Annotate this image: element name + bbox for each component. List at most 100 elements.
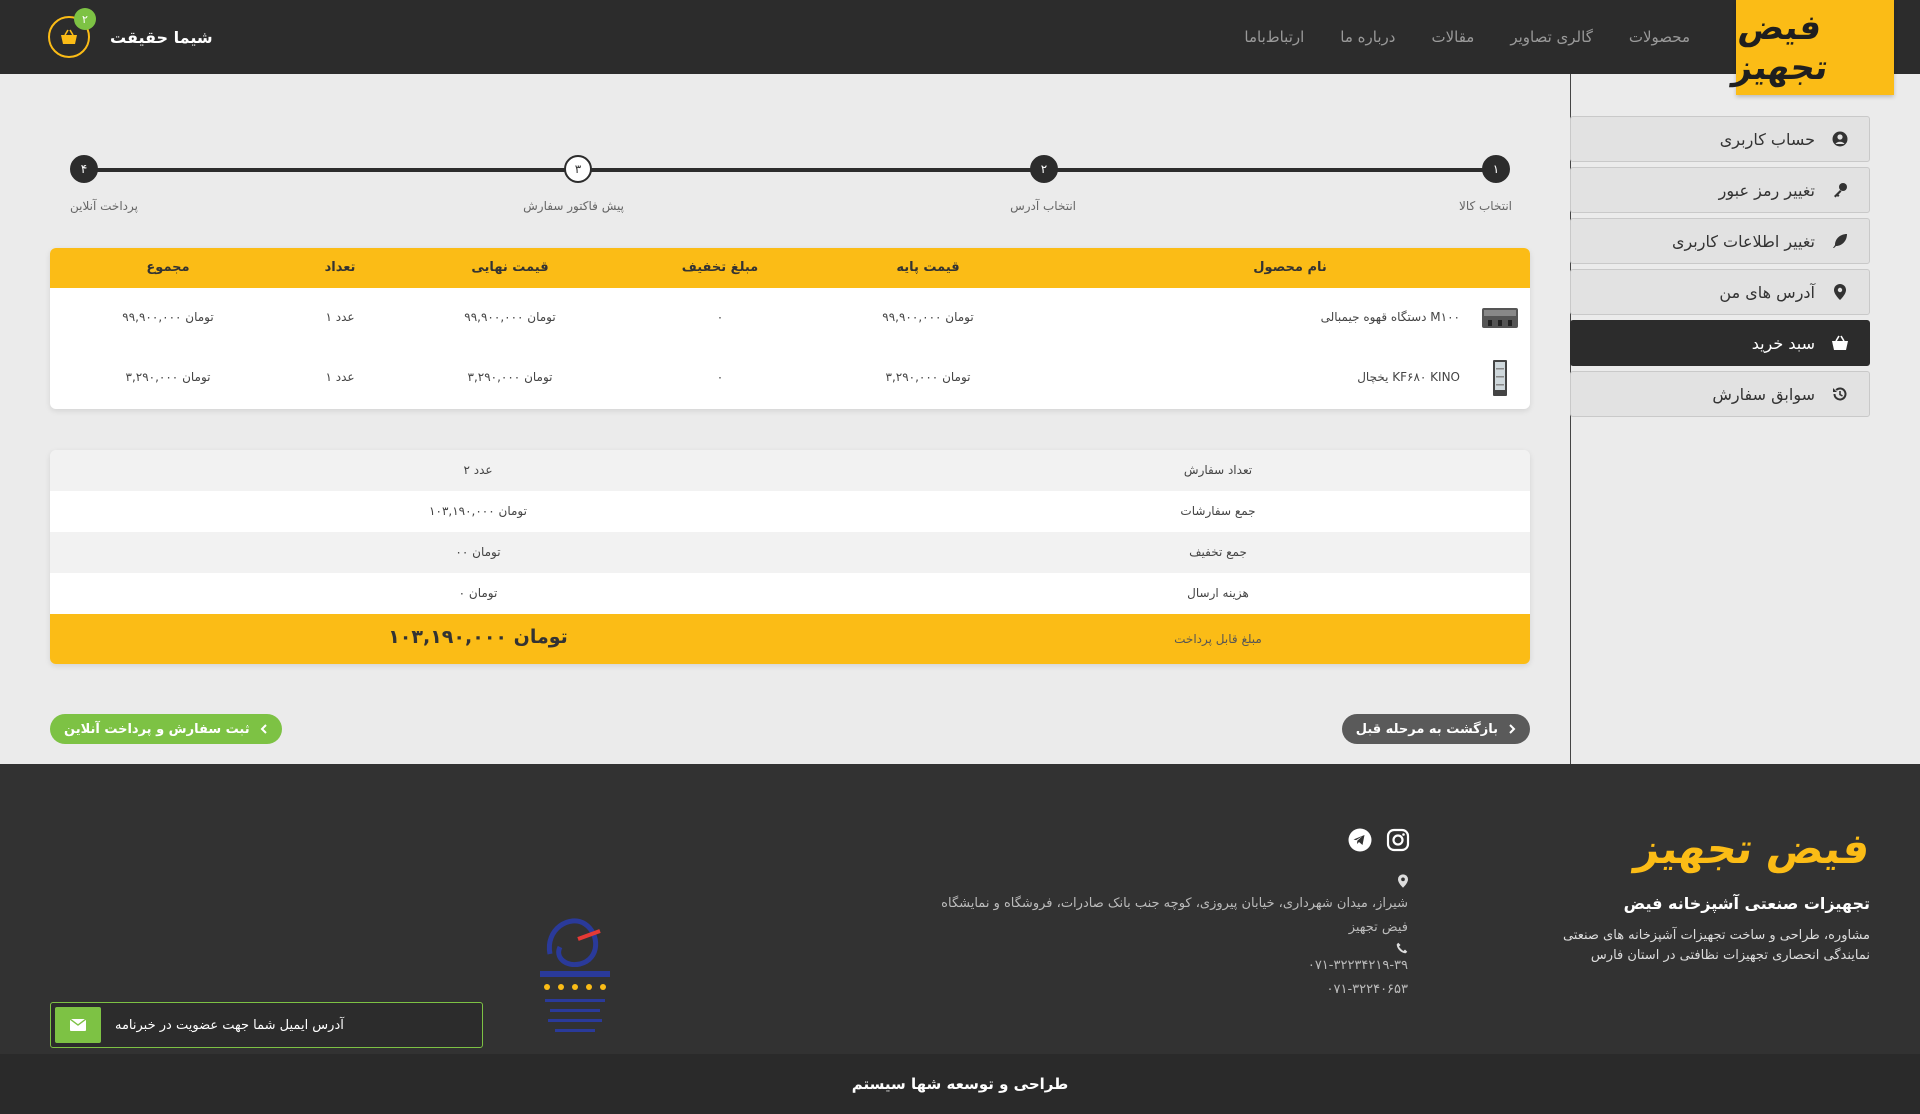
- nav-contact[interactable]: ارتباط‌باما: [1244, 28, 1304, 46]
- col-base-price: قیمت پایه: [896, 260, 960, 275]
- sidebar-item-account[interactable]: حساب کاربری: [1570, 116, 1870, 162]
- cart-count-badge: ۲: [74, 8, 96, 30]
- back-button[interactable]: بازگشت به مرحله قبل: [1341, 714, 1530, 744]
- step-number: ۴: [70, 155, 98, 183]
- sidebar-item-label: سوابق سفارش: [1712, 384, 1815, 404]
- social-links: [1348, 828, 1410, 852]
- total-label: مبلغ قابل پرداخت: [1174, 632, 1262, 646]
- cart-button[interactable]: ۲: [48, 8, 96, 58]
- coffee-machine-thumbnail: [1482, 308, 1518, 328]
- account-menu: حساب کاربری تغییر رمز عبور تغییر اطلاعات…: [1570, 116, 1870, 422]
- base-price: ۹۹,۹۰۰,۰۰۰ تومان: [882, 310, 974, 324]
- newsletter-submit-button[interactable]: [55, 1007, 101, 1043]
- base-price: ۳,۲۹۰,۰۰۰ تومان: [885, 370, 971, 384]
- enamad-trust-badge[interactable]: [530, 909, 620, 1044]
- main-nav: محصولات گالری تصاویر مقالات درباره ما ار…: [1244, 0, 1690, 74]
- nav-articles[interactable]: مقالات: [1431, 28, 1474, 46]
- step-label: پیش فاکتور سفارش: [523, 199, 624, 213]
- col-qty: تعداد: [324, 260, 356, 275]
- address-line: شیراز، میدان شهرداری، خیابان پیروزی، کوچ…: [941, 896, 1408, 911]
- summary-value: ۰۰ تومان: [455, 545, 501, 559]
- summary-label: هزینه ارسال: [1187, 586, 1249, 600]
- sidebar-item-cart[interactable]: سبد خرید: [1570, 320, 1870, 366]
- top-header: فیض تجهیز محصولات گالری تصاویر مقالات در…: [0, 0, 1920, 95]
- envelope-icon: [70, 1019, 86, 1031]
- row-total: ۹۹,۹۰۰,۰۰۰ تومان: [122, 310, 214, 324]
- table-header: نام محصول قیمت پایه مبلغ تخفیف قیمت نهای…: [50, 248, 1530, 288]
- submit-order-label: ثبت سفارش و پرداخت آنلاین: [64, 721, 250, 737]
- table-row: دستگاه قهوه جیمبالی M۱۰۰ ۹۹,۹۰۰,۰۰۰ توما…: [50, 288, 1530, 348]
- summary-row: جمع تخفیف ۰۰ تومان: [50, 532, 1530, 573]
- col-final-price: قیمت نهایی: [471, 260, 549, 275]
- final-price: ۹۹,۹۰۰,۰۰۰ تومان: [464, 310, 556, 324]
- phone-icon: [1396, 942, 1408, 954]
- step-online-payment: ۴ پرداخت آنلاین: [70, 155, 138, 213]
- chevron-right-icon: [1509, 724, 1516, 734]
- step-select-product: ۱ انتخاب کالا: [1459, 155, 1512, 213]
- quantity: ۱ عدد: [325, 310, 355, 324]
- phone-number[interactable]: ۰۷۱-۳۲۲۴۰۶۵۳: [908, 978, 1409, 1002]
- user-circle-icon: [1831, 130, 1849, 148]
- sidebar-item-label: تغییر اطلاعات کاربری: [1671, 231, 1815, 251]
- product-name[interactable]: یخچال KF۶۸۰ KINO: [1357, 370, 1460, 384]
- summary-label: تعداد سفارش: [1183, 463, 1253, 477]
- contact-info: شیراز، میدان شهرداری، خیابان پیروزی، کوچ…: [908, 874, 1408, 1002]
- summary-value: ۱۰۳,۱۹۰,۰۰۰ تومان: [429, 504, 527, 518]
- nav-about[interactable]: درباره ما: [1340, 28, 1395, 46]
- summary-label: جمع تخفیف: [1189, 545, 1247, 559]
- summary-label: جمع سفارشات: [1180, 504, 1256, 518]
- col-total: مجموع: [146, 260, 190, 275]
- footer-desc-line: نمایندگی انحصاری تجهیزات نظافتی در استان…: [1590, 948, 1870, 963]
- nav-products[interactable]: محصولات: [1629, 28, 1690, 46]
- summary-row: تعداد سفارش ۲ عدد: [50, 450, 1530, 491]
- checkout-stepper: ۱ انتخاب کالا ۲ انتخاب آدرس ۳ پیش فاکتور…: [70, 155, 1512, 215]
- map-marker-icon: [1398, 874, 1408, 888]
- instagram-icon[interactable]: [1386, 828, 1410, 852]
- nav-gallery[interactable]: گالری تصاویر: [1510, 28, 1593, 46]
- footer-logo[interactable]: فیض تجهیز: [1633, 824, 1873, 873]
- total-value: ۱۰۳,۱۹۰,۰۰۰ تومان: [388, 626, 568, 648]
- history-icon: [1831, 385, 1849, 403]
- address-line: فیض تجهیز: [1348, 920, 1408, 935]
- step-label: پرداخت آنلاین: [70, 199, 138, 213]
- row-total: ۳,۲۹۰,۰۰۰ تومان: [125, 370, 211, 384]
- summary-value: ۲ عدد: [463, 463, 493, 477]
- key-icon: [1831, 181, 1849, 199]
- sidebar-item-addresses[interactable]: آدرس های من: [1570, 269, 1870, 315]
- step-label: انتخاب کالا: [1458, 199, 1512, 213]
- site-logo[interactable]: فیض تجهیز: [1730, 0, 1894, 95]
- products-table: نام محصول قیمت پایه مبلغ تخفیف قیمت نهای…: [50, 248, 1530, 409]
- fridge-thumbnail: [1493, 360, 1507, 396]
- stepper-line: [84, 168, 1496, 172]
- step-label: انتخاب آدرس: [1010, 199, 1076, 213]
- summary-row: جمع سفارشات ۱۰۳,۱۹۰,۰۰۰ تومان: [50, 491, 1530, 532]
- user-name[interactable]: شیما حقیقت: [110, 28, 213, 47]
- sidebar-item-order-history[interactable]: سوابق سفارش: [1570, 371, 1870, 417]
- newsletter-form: آدرس ایمیل شما جهت عضویت در خبرنامه: [50, 1002, 483, 1048]
- sidebar-item-edit-info[interactable]: تغییر اطلاعات کاربری: [1570, 218, 1870, 264]
- final-price: ۳,۲۹۰,۰۰۰ تومان: [467, 370, 553, 384]
- footer-title: تجهیزات صنعتی آشپزخانه فیض: [1623, 894, 1870, 913]
- table-row: یخچال KF۶۸۰ KINO ۳,۲۹۰,۰۰۰ تومان ۰ ۳,۲۹۰…: [50, 348, 1530, 408]
- sidebar-item-label: سبد خرید: [1751, 333, 1815, 353]
- telegram-icon[interactable]: [1348, 828, 1372, 852]
- discount: ۰: [716, 310, 724, 324]
- basket-icon: [61, 29, 77, 44]
- basket-icon: [1831, 334, 1849, 352]
- product-name[interactable]: دستگاه قهوه جیمبالی M۱۰۰: [1321, 310, 1460, 324]
- order-summary: تعداد سفارش ۲ عدد جمع سفارشات ۱۰۳,۱۹۰,۰۰…: [50, 450, 1530, 664]
- step-number: ۱: [1482, 155, 1510, 183]
- col-name: نام محصول: [1253, 260, 1327, 275]
- chevron-left-icon: [260, 724, 267, 734]
- sidebar-item-change-password[interactable]: تغییر رمز عبور: [1570, 167, 1870, 213]
- logo-text: فیض تجهیز: [1730, 7, 1831, 88]
- step-number: ۲: [1030, 155, 1058, 183]
- quantity: ۱ عدد: [325, 370, 355, 384]
- site-footer: فیض تجهیز تجهیزات صنعتی آشپزخانه فیض مشا…: [0, 764, 1920, 1054]
- step-number: ۳: [564, 155, 592, 183]
- summary-row: هزینه ارسال ۰ تومان: [50, 573, 1530, 614]
- phone-number[interactable]: ۰۷۱-۳۲۲۳۴۲۱۹-۳۹: [908, 954, 1408, 978]
- newsletter-email-input[interactable]: آدرس ایمیل شما جهت عضویت در خبرنامه: [115, 1018, 344, 1033]
- sidebar: حساب کاربری تغییر رمز عبور تغییر اطلاعات…: [1570, 74, 1920, 764]
- submit-order-button[interactable]: ثبت سفارش و پرداخت آنلاین: [50, 714, 282, 744]
